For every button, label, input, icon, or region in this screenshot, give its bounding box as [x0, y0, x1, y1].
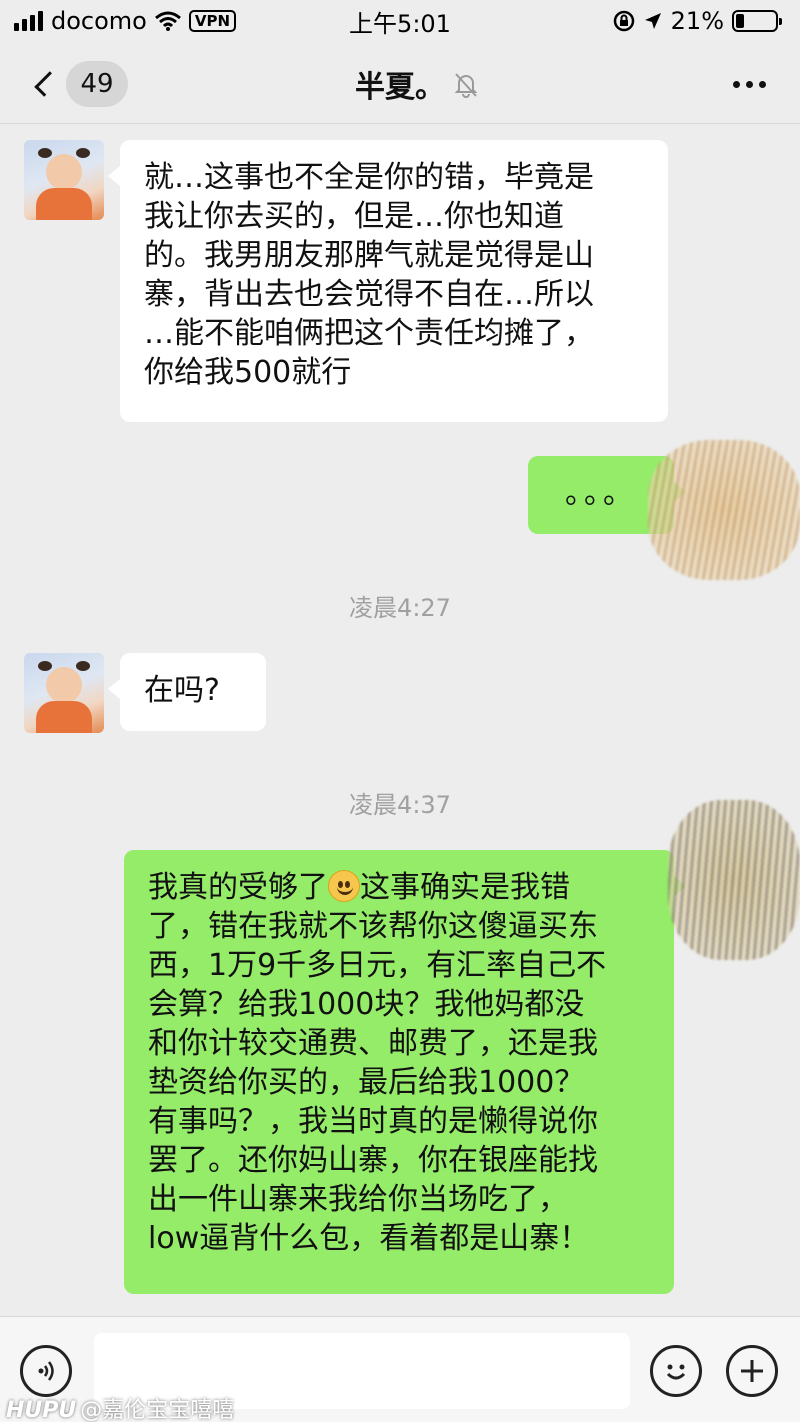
self-avatar-obscured — [648, 440, 800, 580]
chat-timestamp: 凌晨4:37 — [349, 791, 451, 819]
message-line: 垫资给你买的，最后给我1000？ — [148, 1065, 585, 1100]
more-button[interactable] — [733, 70, 766, 98]
more-icon — [733, 80, 740, 88]
message-line: 我让你去买的，但是…你也知道 — [144, 199, 564, 234]
message-text: 在吗? — [144, 673, 220, 708]
message-text: 。。。 — [565, 476, 637, 511]
watermark: HUPU @嘉伦宝宝嘻嘻 — [6, 1392, 234, 1422]
chat-title: 半夏。 — [355, 70, 445, 105]
message-bubble-incoming[interactable]: 就…这事也不全是你的错，毕竟是 我让你去买的，但是…你也知道 的。我男朋友那脾气… — [108, 140, 668, 422]
message-line: 出一件山寨来我给你当场吃了， — [148, 1182, 568, 1217]
contact-avatar[interactable] — [24, 653, 104, 733]
location-icon — [644, 13, 661, 29]
watermark-brand: HUPU — [6, 1398, 77, 1422]
message-line: …能不能咱俩把这个责任均摊了， — [144, 316, 594, 351]
mute-bell-icon — [454, 73, 478, 98]
emoji-icon — [666, 1364, 686, 1380]
self-avatar-obscured — [668, 800, 800, 960]
contact-avatar[interactable] — [24, 140, 104, 220]
vpn-badge: VPN — [188, 10, 237, 32]
message-line: low逼背什么包，看着都是山寨！ — [148, 1221, 590, 1256]
message-line: 了，错在我就不该帮你这傻逼买东 — [148, 909, 598, 944]
message-line: 会算？给我1000块？我他妈都没 — [148, 987, 585, 1022]
battery-icon — [732, 10, 782, 32]
rotation-lock-icon — [613, 10, 634, 32]
message-line: 就…这事也不全是你的错，毕竟是 — [144, 160, 594, 195]
battery-percent: 21% — [670, 7, 724, 35]
message-bubble-outgoing[interactable]: 我真的受够了 这事确实是我错 了，错在我就不该帮你这傻逼买东 西，1万9千多日元，… — [124, 850, 686, 1294]
watermark-user: @嘉伦宝宝嘻嘻 — [80, 1398, 235, 1422]
status-bar: docomo VPN 上午5:01 21% — [0, 0, 800, 42]
plus-button[interactable] — [726, 1345, 778, 1397]
message-line: 的。我男朋友那脾气就是觉得是山 — [144, 238, 594, 273]
chat-header: 49 半夏。 — [0, 42, 800, 124]
message-line: 我真的受够了 — [148, 870, 328, 905]
message-line: 你给我500就行 — [144, 355, 352, 390]
message-line: 有事吗？，我当时真的是懒得说你 — [148, 1104, 598, 1139]
chat-timestamp: 凌晨4:27 — [349, 594, 451, 622]
message-bubble-incoming[interactable]: 在吗? — [108, 653, 266, 731]
message-line: 西，1万9千多日元，有汇率自己不 — [148, 948, 607, 983]
message-line: 寨，背出去也会觉得不自在…所以 — [144, 277, 594, 312]
message-line: 和你计较交通费、邮费了，还是我 — [148, 1026, 598, 1061]
carrier-name: docomo — [51, 7, 147, 35]
voice-button[interactable] — [20, 1345, 72, 1397]
signal-icon — [14, 11, 43, 31]
smile-emoji-icon — [328, 870, 360, 902]
message-line: 这事确实是我错 — [360, 870, 570, 905]
message-line: 罢了。还你妈山寨，你在银座能找 — [148, 1143, 598, 1178]
emoji-button[interactable] — [650, 1345, 702, 1397]
plus-icon — [741, 1360, 763, 1382]
voice-icon — [38, 1361, 54, 1381]
wifi-icon — [154, 11, 181, 31]
